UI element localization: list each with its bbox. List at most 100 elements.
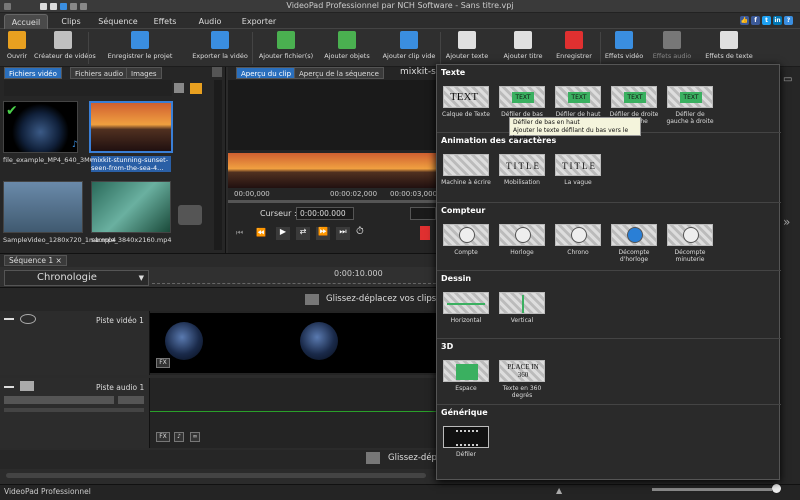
effect-label: Horizontal <box>450 317 482 324</box>
volume-slider[interactable] <box>4 396 114 404</box>
folder-icon[interactable] <box>190 83 202 94</box>
effect-item[interactable]: TEXT Défiler de gauche à droite <box>665 86 715 125</box>
window-title: VideoPad Professionnel par NCH Software … <box>286 1 514 10</box>
toolbar-label: Exporter la vidéo <box>192 52 248 60</box>
effect-item[interactable]: TITLE Mobilisation <box>497 154 547 186</box>
effect-preview-icon: TEXT <box>667 86 713 108</box>
close-tab-icon[interactable]: × <box>56 256 62 265</box>
title-glyph: TITLE <box>562 161 597 171</box>
collapse-up-icon[interactable]: ▲ <box>556 486 562 495</box>
effect-item[interactable]: Défiler <box>441 426 491 458</box>
credits-glyph <box>456 430 478 446</box>
zoom-slider[interactable] <box>652 488 772 491</box>
effect-item[interactable]: Horloge <box>497 224 547 256</box>
effect-item[interactable]: Machine à écrire <box>441 154 491 186</box>
toolbar-separator <box>88 32 89 64</box>
clip-thumbnail-selected[interactable] <box>89 101 173 153</box>
effect-item[interactable]: PLACE IN 360 Texte en 360 degrés <box>497 360 547 399</box>
add-blank-clip-button[interactable]: Ajouter clip vide <box>380 31 438 65</box>
play-icon[interactable]: ▶ <box>276 227 290 240</box>
facebook-icon[interactable]: f <box>751 16 760 25</box>
pan-slider[interactable] <box>118 396 144 404</box>
add-title-button[interactable]: Ajouter titre <box>498 31 548 65</box>
effect-item[interactable]: TITLE La vague <box>553 154 603 186</box>
effect-item[interactable]: TEXT Calque de Texte <box>441 86 491 118</box>
text-effects-button[interactable]: Effets de texte <box>702 31 756 65</box>
tab-audio[interactable]: Audio <box>190 14 230 29</box>
loop-icon[interactable]: ⇄ <box>296 227 310 240</box>
linkedin-icon[interactable]: in <box>773 16 782 25</box>
text-glyph: TEXT <box>450 91 479 103</box>
collapse-icon[interactable] <box>4 386 14 388</box>
add-file-button[interactable]: Ajouter fichier(s) <box>258 31 314 65</box>
speaker-icon[interactable] <box>20 381 34 391</box>
tab-effets[interactable]: Effets <box>146 14 184 29</box>
tab-video-files[interactable]: Fichiers vidéo <box>4 67 62 79</box>
effect-preview-icon <box>443 426 489 448</box>
add-objects-button[interactable]: Ajouter objets <box>322 31 372 65</box>
cursor-time-field[interactable]: 0:00:00.000 <box>296 207 354 220</box>
clip-thumbnail[interactable] <box>3 181 83 233</box>
record-button[interactable]: Enregistrer <box>554 31 594 65</box>
tab-sequence-preview[interactable]: Aperçu de la séquence <box>294 67 384 79</box>
audio-effects-button[interactable]: Effets audio <box>650 31 694 65</box>
tab-clips[interactable]: Clips <box>52 14 90 29</box>
effect-item[interactable]: Chrono <box>553 224 603 256</box>
magic-wand-button[interactable]: Créateur de vidéos <box>34 31 96 65</box>
media-scrollbar[interactable] <box>214 80 222 250</box>
tab-exporter[interactable]: Exporter <box>236 14 282 29</box>
video-effects-button[interactable]: Effets vidéo <box>604 31 644 65</box>
tab-audio-files[interactable]: Fichiers audio <box>70 67 129 79</box>
text-glyph: TEXT <box>568 92 590 103</box>
cursor-end-field[interactable] <box>410 207 436 220</box>
tab-sequence-1[interactable]: Séquence 1 × <box>4 255 67 266</box>
effect-item[interactable]: Compte <box>441 224 491 256</box>
effect-item[interactable]: Espace <box>441 360 491 392</box>
like-icon[interactable]: 👍 <box>740 16 749 25</box>
effect-item[interactable]: Décompte minuterie <box>665 224 715 263</box>
add-text-icon <box>458 31 476 49</box>
filmstrip[interactable] <box>228 153 436 188</box>
panel-menu-icon[interactable]: ▭ <box>783 74 792 85</box>
folder-open-button[interactable]: Ouvrir <box>4 31 30 65</box>
twitter-icon[interactable]: t <box>762 16 771 25</box>
export-video-button[interactable]: Exporter la vidéo <box>190 31 250 65</box>
step-forward-icon[interactable]: ⏩ <box>316 227 330 240</box>
panel-menu-icon[interactable] <box>212 67 222 77</box>
link-icon[interactable]: ∞ <box>190 432 200 442</box>
tab-sequence[interactable]: Séquence <box>94 14 142 29</box>
eye-icon[interactable] <box>20 314 36 324</box>
help-icon[interactable]: ? <box>784 16 793 25</box>
tab-clip-preview[interactable]: Aperçu du clip <box>236 67 297 79</box>
add-text-button[interactable]: Ajouter texte <box>444 31 490 65</box>
tab-images[interactable]: Images <box>126 67 162 79</box>
timeline-scrollbar[interactable] <box>6 473 426 478</box>
text-glyph: TEXT <box>624 92 646 103</box>
zoom-handle[interactable] <box>772 484 781 493</box>
effect-item[interactable]: Horizontal <box>441 292 491 324</box>
seek-bar[interactable] <box>228 200 436 203</box>
expand-chevron-icon[interactable]: » <box>783 215 790 229</box>
record-icon <box>565 31 583 49</box>
tab-accueil[interactable]: Accueil <box>4 14 48 29</box>
audio-fx-button[interactable]: FX <box>156 432 170 442</box>
split-icon[interactable] <box>420 226 430 240</box>
effect-item[interactable]: Décompte d'horloge <box>609 224 659 263</box>
effect-preview-icon: TEXT <box>443 86 489 108</box>
effect-item[interactable]: Vertical <box>497 292 547 324</box>
add-blank-clip-icon <box>400 31 418 49</box>
speed-icon[interactable]: ⏱ <box>356 226 370 240</box>
go-start-icon[interactable]: ⏮ <box>236 228 246 238</box>
effect-preview-icon <box>499 224 545 246</box>
timeline-mode-select[interactable]: Chronologie ▼ <box>4 270 149 286</box>
trash-icon[interactable] <box>174 83 184 93</box>
fx-button[interactable]: FX <box>156 358 170 368</box>
clip-thumbnail[interactable] <box>91 181 171 233</box>
mute-icon[interactable]: ♪ <box>174 432 184 442</box>
collapse-icon[interactable] <box>4 318 14 320</box>
go-end-icon[interactable]: ⏭ <box>336 227 350 240</box>
step-back-icon[interactable]: ⏪ <box>256 228 266 237</box>
clock-glyph <box>683 227 699 243</box>
save-project-button[interactable]: Enregistrer le projet <box>96 31 184 65</box>
effect-preview-icon: PLACE IN 360 <box>499 360 545 382</box>
